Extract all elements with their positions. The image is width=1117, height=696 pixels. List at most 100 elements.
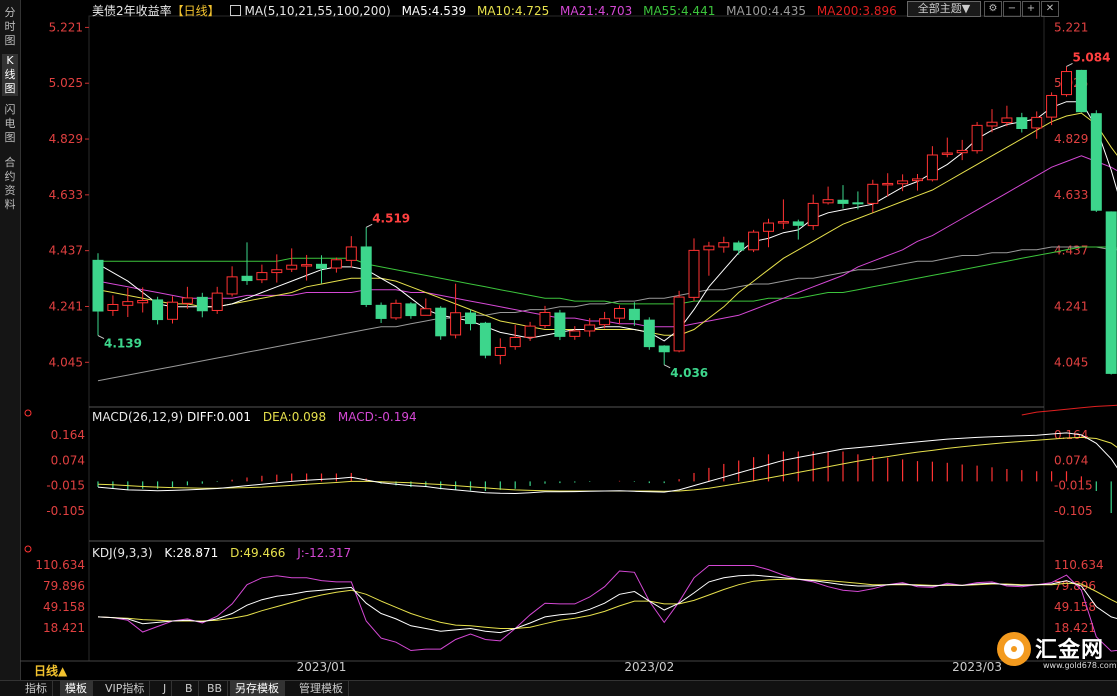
bottom-tab-bar: 指标 模板 VIP指标 J B BB 另存模板 管理模板 <box>0 680 1117 696</box>
kdj-tick-label-right: 110.634 <box>1054 558 1104 572</box>
macd-value: MACD:-0.194 <box>337 410 417 424</box>
kdj-j-line <box>97 565 1117 652</box>
d-value: D:49.466 <box>230 546 286 560</box>
tab-vip-indicators[interactable]: VIP指标 <box>100 681 151 696</box>
chart-canvas[interactable]: 5.2215.2215.0255.0254.8294.8294.6334.633… <box>0 0 1117 680</box>
instrument-title: 美债2年收益率 <box>92 4 172 18</box>
price-tick-label-right: 4.045 <box>1054 355 1088 369</box>
candle-body-down <box>837 199 849 204</box>
theme-select[interactable]: 全部主题▼ <box>907 1 981 17</box>
j-value: J:-12.317 <box>297 546 352 560</box>
price-tick-label-left: 4.045 <box>49 355 83 369</box>
minus-icon[interactable]: − <box>1003 1 1021 17</box>
candle-body-up <box>1031 116 1043 129</box>
candle-body-up <box>807 202 819 227</box>
dea-line <box>97 436 1117 492</box>
candle-body-down <box>241 275 253 282</box>
candle-body-up <box>897 180 909 185</box>
macd-tick-label-right: -0.105 <box>1054 504 1093 518</box>
plus-icon[interactable]: + <box>1022 1 1040 17</box>
macd-pane-icon <box>24 409 32 417</box>
candle-body-down <box>196 296 208 312</box>
gold678-logo: 汇金网 www.gold678.com <box>997 630 1117 675</box>
candle-body-up <box>271 269 283 274</box>
macd-tick-label-left: 0.074 <box>51 454 85 468</box>
macd-tick-label-left: -0.015 <box>46 479 85 493</box>
extreme-label: 4.139 <box>104 337 142 351</box>
logo-mark-dot <box>1011 646 1017 652</box>
price-tick-label-right: 5.221 <box>1054 20 1088 34</box>
diff-line <box>97 432 1117 495</box>
candle-body-up <box>926 154 938 181</box>
candle-body-up <box>420 308 432 316</box>
kdj-params: KDJ(9,3,3) <box>92 546 153 560</box>
ma-params: MA(5,10,21,55,100,200) <box>230 4 391 18</box>
price-tick-label-left: 4.437 <box>49 244 83 258</box>
price-tick-label-right: 4.633 <box>1054 188 1088 202</box>
close-icon[interactable]: ✕ <box>1041 1 1059 17</box>
candle-body-up <box>718 242 730 248</box>
candle-body-down <box>852 202 864 205</box>
candle-body-down <box>152 299 164 321</box>
price-tick-label-right: 4.241 <box>1054 299 1088 313</box>
candle-body-up <box>971 124 983 152</box>
tab-bb[interactable]: BB <box>202 681 229 696</box>
candle-body-up <box>390 302 402 319</box>
macd-tick-label-left: -0.105 <box>46 504 85 518</box>
time-axis-label: 2023/03 <box>952 660 1002 674</box>
candle-body-down <box>405 303 417 317</box>
price-tick-label-left: 4.829 <box>49 132 83 146</box>
candle-body-up <box>524 325 536 338</box>
candle-body-up <box>867 183 879 204</box>
candle-body-up <box>941 152 953 155</box>
time-axis-label: 2023/01 <box>297 660 347 674</box>
candle-body-down <box>643 319 655 348</box>
period-label[interactable]: 日线▲ <box>34 662 67 679</box>
settings-icon[interactable]: ⚙ <box>984 1 1002 17</box>
ma-params-text: MA(5,10,21,55,100,200) <box>244 4 391 18</box>
candle-body-up <box>330 259 342 269</box>
ma5-line <box>97 101 1117 342</box>
candle-body-up <box>122 301 134 306</box>
manage-templates-button[interactable]: 管理模板 <box>294 681 349 696</box>
kdj-legend: KDJ(9,3,3) K:28.871 D:49.466 J:-12.317 <box>92 546 359 560</box>
candle-body-up <box>763 222 774 232</box>
candle-body-up <box>956 149 968 154</box>
candle-body-up <box>211 292 223 311</box>
kdj-tick-label-left: 110.634 <box>35 558 85 572</box>
candle-body-up <box>107 303 119 311</box>
candle-body-up <box>509 337 521 348</box>
extreme-label: 5.084 <box>1073 50 1111 64</box>
candle-body-down <box>316 263 327 269</box>
ma21-value: MA21:4.703 <box>560 4 633 18</box>
candle-body-down <box>628 308 640 321</box>
ma10-value: MA10:4.725 <box>476 4 550 18</box>
ma200-value: MA200:3.896 <box>816 4 897 18</box>
tab-b[interactable]: B <box>180 681 199 696</box>
candle-body-down <box>1016 117 1028 129</box>
main-legend: 美债2年收益率【日线】 MA(5,10,21,55,100,200) MA5:4… <box>92 2 904 19</box>
candle-body-up <box>614 307 625 319</box>
candle-body-up <box>226 276 238 295</box>
tab-templates[interactable]: 模板 <box>60 681 93 696</box>
macd-params: MACD(26,12,9) <box>92 410 184 424</box>
candle-body-up <box>703 245 715 251</box>
candle-body-up <box>167 301 178 320</box>
candle-body-up <box>1061 71 1072 96</box>
candle-body-up <box>569 330 581 337</box>
candle-body-up <box>688 249 700 298</box>
candle-body-up <box>599 318 611 326</box>
candle-body-down <box>375 304 387 319</box>
tab-j[interactable]: J <box>158 681 173 696</box>
macd-tick-label-right: 0.074 <box>1054 454 1088 468</box>
extreme-label: 4.036 <box>670 366 708 380</box>
k-value: K:28.871 <box>164 546 219 560</box>
candle-body-down <box>479 322 491 356</box>
ma100-line <box>97 246 1117 382</box>
save-template-button[interactable]: 另存模板 <box>230 681 285 696</box>
candle-body-up <box>1001 117 1013 124</box>
kdj-tick-label-right: 49.158 <box>1054 600 1096 614</box>
candle-body-down <box>465 312 476 325</box>
tab-indicators[interactable]: 指标 <box>20 681 53 696</box>
candle-body-down <box>792 221 804 226</box>
